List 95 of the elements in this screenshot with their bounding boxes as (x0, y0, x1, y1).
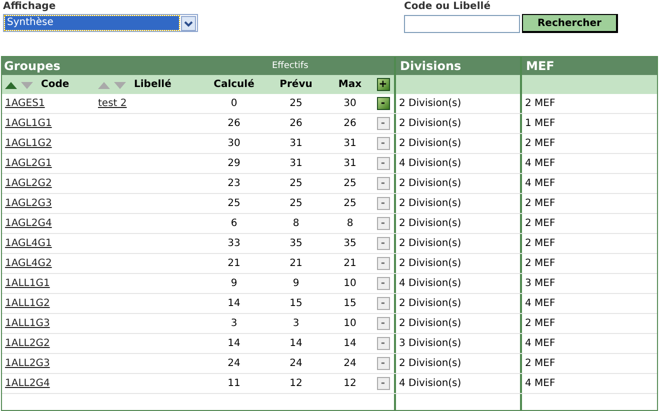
table-cell: 2 Division(s) (398, 178, 462, 189)
table-cell: 35 (290, 238, 302, 249)
add-button[interactable]: + (376, 78, 390, 91)
search-label: Code ou Libellé (404, 0, 490, 13)
sort-arrows-icon[interactable] (5, 80, 35, 88)
table-cell: 3 Division(s) (398, 338, 462, 349)
table-cell: 4 Division(s) (398, 278, 462, 289)
table-cell: 25 (290, 198, 302, 209)
column-header[interactable]: Libellé (134, 79, 172, 90)
table-cell: 31 (344, 138, 356, 149)
table-cell: 2 MEF (524, 318, 556, 329)
table-cell: 2 Division(s) (398, 258, 462, 269)
table-cell: 10 (344, 318, 356, 329)
column-header[interactable]: Code (41, 79, 70, 90)
table-cell: 31 (344, 158, 356, 169)
display-dropdown[interactable]: Synthèse (3, 14, 198, 32)
table-cell: 25 (290, 98, 302, 109)
table-cell: 2 Division(s) (398, 298, 462, 309)
table-cell: 15 (344, 298, 356, 309)
search-field[interactable] (404, 14, 520, 32)
table-cell: 2 Division(s) (398, 118, 462, 129)
table-cell: 2 MEF (524, 138, 556, 149)
table-cell: 2 Division(s) (398, 198, 462, 209)
headcount-header: Effectifs (272, 61, 308, 71)
table-cell: 25 (344, 198, 356, 209)
caret-icon (181, 16, 196, 30)
table-cell: 30 (228, 138, 240, 149)
table-cell: 0 (230, 98, 238, 109)
table-cell: 26 (228, 118, 240, 129)
divisions-header: Divisions (399, 59, 462, 73)
groups-header: Groupes (3, 59, 60, 73)
column-header: Max (338, 79, 362, 90)
table-cell: 1 MEF (524, 118, 556, 129)
table-cell: 8 (292, 218, 300, 229)
table-cell: 3 (230, 318, 238, 329)
table-cell: 15 (290, 298, 302, 309)
table-cell: 25 (290, 178, 302, 189)
table-cell: 4 Division(s) (398, 378, 462, 389)
table-cell: 3 (292, 318, 300, 329)
table-cell: 31 (290, 158, 302, 169)
table-cell: 2 MEF (524, 98, 556, 109)
table-cell: 4 MEF (524, 178, 556, 189)
table-cell: 4 MEF (524, 158, 556, 169)
table-cell: 35 (344, 238, 356, 249)
table-cell: 21 (344, 258, 356, 269)
table-cell: 33 (228, 238, 240, 249)
table-cell: 23 (228, 178, 240, 189)
table-cell: 12 (290, 378, 302, 389)
table-cell: 31 (290, 138, 302, 149)
table-cell: 29 (228, 158, 240, 169)
table-cell: 10 (344, 278, 356, 289)
table-cell: 2 MEF (524, 358, 556, 369)
table-cell: 6 (230, 218, 238, 229)
group-code-link[interactable]: 1AGES1 (5, 98, 45, 109)
column-header: Prévu (280, 79, 312, 90)
table-cell: 2 Division(s) (398, 238, 462, 249)
table-cell: 2 MEF (524, 198, 556, 209)
table-cell: 21 (228, 258, 240, 269)
table-cell: 9 (292, 278, 300, 289)
display-label: Affichage (3, 0, 56, 13)
table-cell: 25 (228, 198, 240, 209)
table-cell: 2 Division(s) (398, 318, 462, 329)
table-cell: 4 MEF (524, 298, 556, 309)
table-cell: 2 Division(s) (398, 358, 462, 369)
table-cell: 2 Division(s) (398, 98, 462, 109)
table-cell: 4 Division(s) (398, 158, 462, 169)
remove-button[interactable]: - (376, 97, 390, 110)
table-cell: 2 Division(s) (398, 138, 462, 149)
table-cell: 30 (344, 98, 356, 109)
table-cell: 24 (290, 358, 302, 369)
mef-header: MEF (525, 59, 554, 73)
table-cell: 25 (344, 178, 356, 189)
table-cell: 4 MEF (524, 378, 556, 389)
table-cell: 2 MEF (524, 218, 556, 229)
table-cell: 3 MEF (524, 278, 556, 289)
table-cell: 26 (344, 118, 356, 129)
table-cell: 21 (290, 258, 302, 269)
table-cell: 11 (228, 378, 240, 389)
table-cell: 9 (230, 278, 238, 289)
table-cell: 14 (290, 338, 302, 349)
table-cell: 2 MEF (524, 238, 556, 249)
column-header: Calculé (214, 79, 254, 90)
table-cell: 2 Division(s) (398, 218, 462, 229)
table-cell: 12 (344, 378, 356, 389)
table-cell: 8 (346, 218, 354, 229)
table-cell: 26 (290, 118, 302, 129)
table-cell: 2 MEF (524, 258, 556, 269)
table-cell: 14 (228, 338, 240, 349)
table-cell: 24 (344, 358, 356, 369)
table-cell: 14 (228, 298, 240, 309)
group-label-link[interactable]: test 2 (98, 98, 127, 109)
search-button[interactable]: Rechercher (522, 14, 618, 33)
table-cell: 4 MEF (524, 338, 556, 349)
table-cell: 14 (344, 338, 356, 349)
table-cell: 24 (228, 358, 240, 369)
